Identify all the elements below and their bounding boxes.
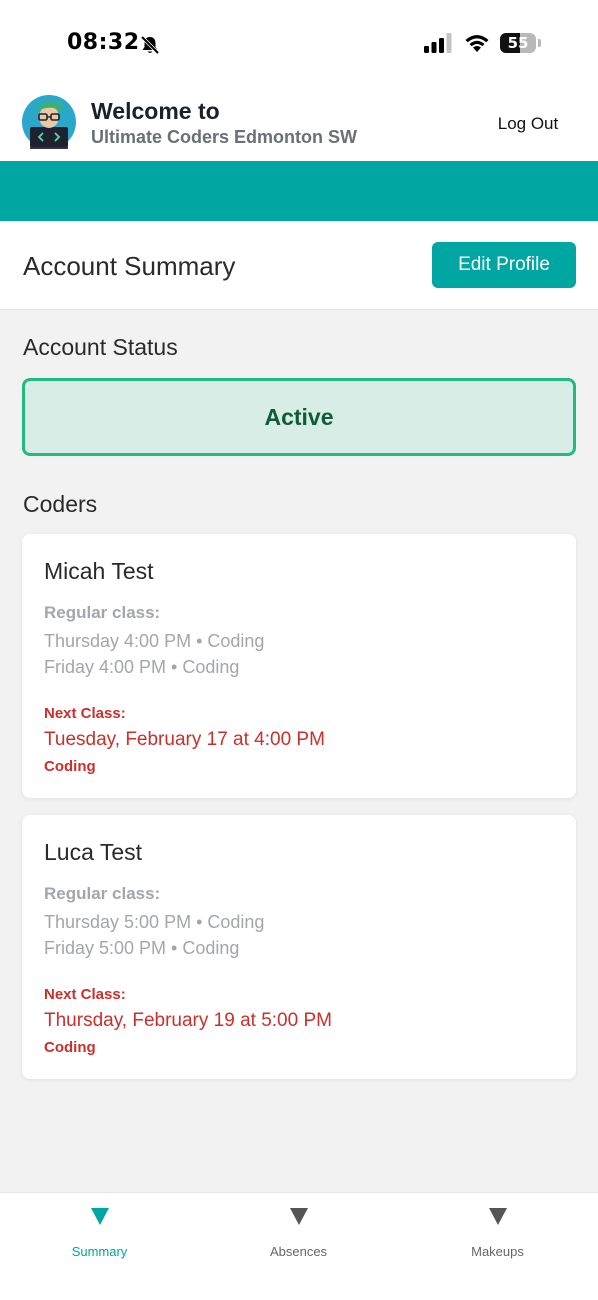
tab-absences[interactable]: Absences — [199, 1193, 398, 1300]
schedule-line: Friday 4:00 PM • Coding — [44, 657, 240, 677]
coder-name: Micah Test — [44, 558, 154, 584]
battery-nub — [538, 39, 541, 47]
status-time: 08:32 — [67, 30, 140, 55]
triangle-down-icon — [489, 1208, 507, 1225]
schedule-line: Thursday 4:00 PM • Coding — [44, 631, 265, 651]
school-name: Ultimate Coders Edmonton SW — [91, 127, 358, 147]
header-accent-band — [0, 161, 598, 221]
tab-label: Absences — [269, 1244, 328, 1259]
tab-label: Summary — [71, 1244, 128, 1259]
account-status-badge: Active — [22, 378, 576, 456]
account-status-heading: Account Status — [23, 334, 178, 360]
next-class-date: Thursday, February 19 at 5:00 PM — [44, 1010, 332, 1031]
battery-icon: 55 — [500, 33, 541, 53]
regular-class-label: Regular class: — [44, 603, 161, 622]
welcome-heading: Welcome to — [91, 98, 220, 124]
page-title: Account Summary — [23, 251, 236, 281]
status-bar: 08:32 55 — [0, 0, 598, 84]
next-class-subject: Coding — [44, 758, 96, 775]
cellular-signal-icon — [424, 33, 452, 53]
tab-label: Makeups — [471, 1244, 524, 1259]
triangle-down-icon — [91, 1208, 109, 1225]
wifi-icon — [465, 35, 489, 52]
coder-name: Luca Test — [44, 839, 143, 865]
coders-heading: Coders — [23, 491, 98, 517]
battery-shell: 55 — [500, 33, 536, 53]
regular-class-label: Regular class: — [44, 884, 161, 903]
app-screen: 08:32 55 Welcome to Ultimate Coders Edmo… — [0, 0, 598, 1300]
account-summary-bar: Account Summary Edit Profile — [0, 221, 598, 310]
coder-avatar-icon — [22, 95, 76, 149]
battery-percent: 55 — [507, 34, 529, 52]
next-class-date: Tuesday, February 17 at 4:00 PM — [44, 729, 325, 750]
schedule-line: Thursday 5:00 PM • Coding — [44, 912, 265, 932]
bottom-tab-bar: Summary Absences Makeups — [0, 1192, 598, 1300]
coder-card[interactable]: Micah Test Regular class: Thursday 4:00 … — [22, 534, 576, 798]
tab-summary[interactable]: Summary — [0, 1193, 199, 1300]
logout-button[interactable]: Log Out — [486, 112, 570, 136]
bell-slash-icon — [140, 35, 160, 55]
schedule-line: Friday 5:00 PM • Coding — [44, 938, 240, 958]
tab-makeups[interactable]: Makeups — [398, 1193, 597, 1300]
coder-card[interactable]: Luca Test Regular class: Thursday 5:00 P… — [22, 815, 576, 1079]
next-class-label: Next Class: — [44, 986, 126, 1003]
next-class-subject: Coding — [44, 1039, 96, 1056]
triangle-down-icon — [290, 1208, 308, 1225]
edit-profile-button[interactable]: Edit Profile — [432, 242, 576, 288]
next-class-label: Next Class: — [44, 705, 126, 722]
app-header: Welcome to Ultimate Coders Edmonton SW L… — [0, 84, 598, 161]
